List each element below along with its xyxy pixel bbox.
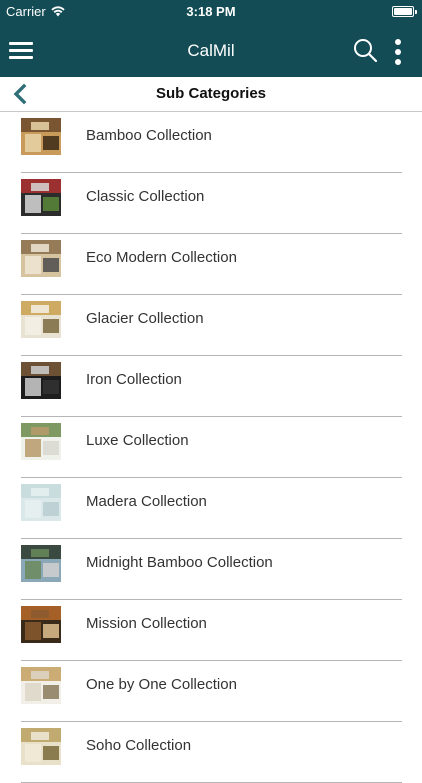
list-item-label: Luxe Collection <box>86 432 189 449</box>
list-item[interactable]: Madera Collection <box>0 478 422 539</box>
list-item-label: Eco Modern Collection <box>86 249 237 266</box>
list-item-label: Madera Collection <box>86 493 207 510</box>
list-item[interactable]: Mission Collection <box>0 600 422 661</box>
list-item-label: Bamboo Collection <box>86 127 212 144</box>
category-thumbnail <box>21 667 61 704</box>
list-item-label: One by One Collection <box>86 676 237 693</box>
category-thumbnail <box>21 484 61 521</box>
list-item[interactable]: Bamboo Collection <box>0 112 422 173</box>
category-thumbnail <box>21 301 61 338</box>
search-icon[interactable] <box>352 37 380 65</box>
list-item[interactable]: One by One Collection <box>0 661 422 722</box>
nav-bar: CalMil <box>0 24 422 77</box>
category-thumbnail <box>21 362 61 399</box>
list-item-label: Iron Collection <box>86 371 182 388</box>
list-item-label: Midnight Bamboo Collection <box>86 554 273 571</box>
category-thumbnail <box>21 423 61 460</box>
sub-header: Sub Categories <box>0 77 422 112</box>
list-item[interactable]: Soho Collection <box>0 722 422 783</box>
list-item[interactable]: Classic Collection <box>0 173 422 234</box>
category-thumbnail <box>21 606 61 643</box>
category-list: Bamboo Collection Classic Collection Eco M… <box>0 112 422 783</box>
status-time: 3:18 PM <box>186 4 236 19</box>
page-title: Sub Categories <box>155 85 267 102</box>
list-item-label: Soho Collection <box>86 737 192 754</box>
list-item[interactable]: Eco Modern Collection <box>0 234 422 295</box>
category-thumbnail <box>21 179 61 216</box>
status-bar: Carrier 3:18 PM <box>0 0 422 24</box>
category-thumbnail <box>21 728 61 765</box>
category-thumbnail <box>21 545 61 582</box>
more-vertical-icon[interactable] <box>392 37 406 67</box>
category-thumbnail <box>21 118 61 155</box>
list-item[interactable]: Glacier Collection <box>0 295 422 356</box>
list-item[interactable]: Midnight Bamboo Collection <box>0 539 422 600</box>
list-item[interactable]: Iron Collection <box>0 356 422 417</box>
category-thumbnail <box>21 240 61 277</box>
list-item-label: Glacier Collection <box>86 310 204 327</box>
list-item[interactable]: Luxe Collection <box>0 417 422 478</box>
battery-icon <box>392 6 417 17</box>
list-item-label: Mission Collection <box>86 615 207 632</box>
list-item-label: Classic Collection <box>86 188 205 205</box>
